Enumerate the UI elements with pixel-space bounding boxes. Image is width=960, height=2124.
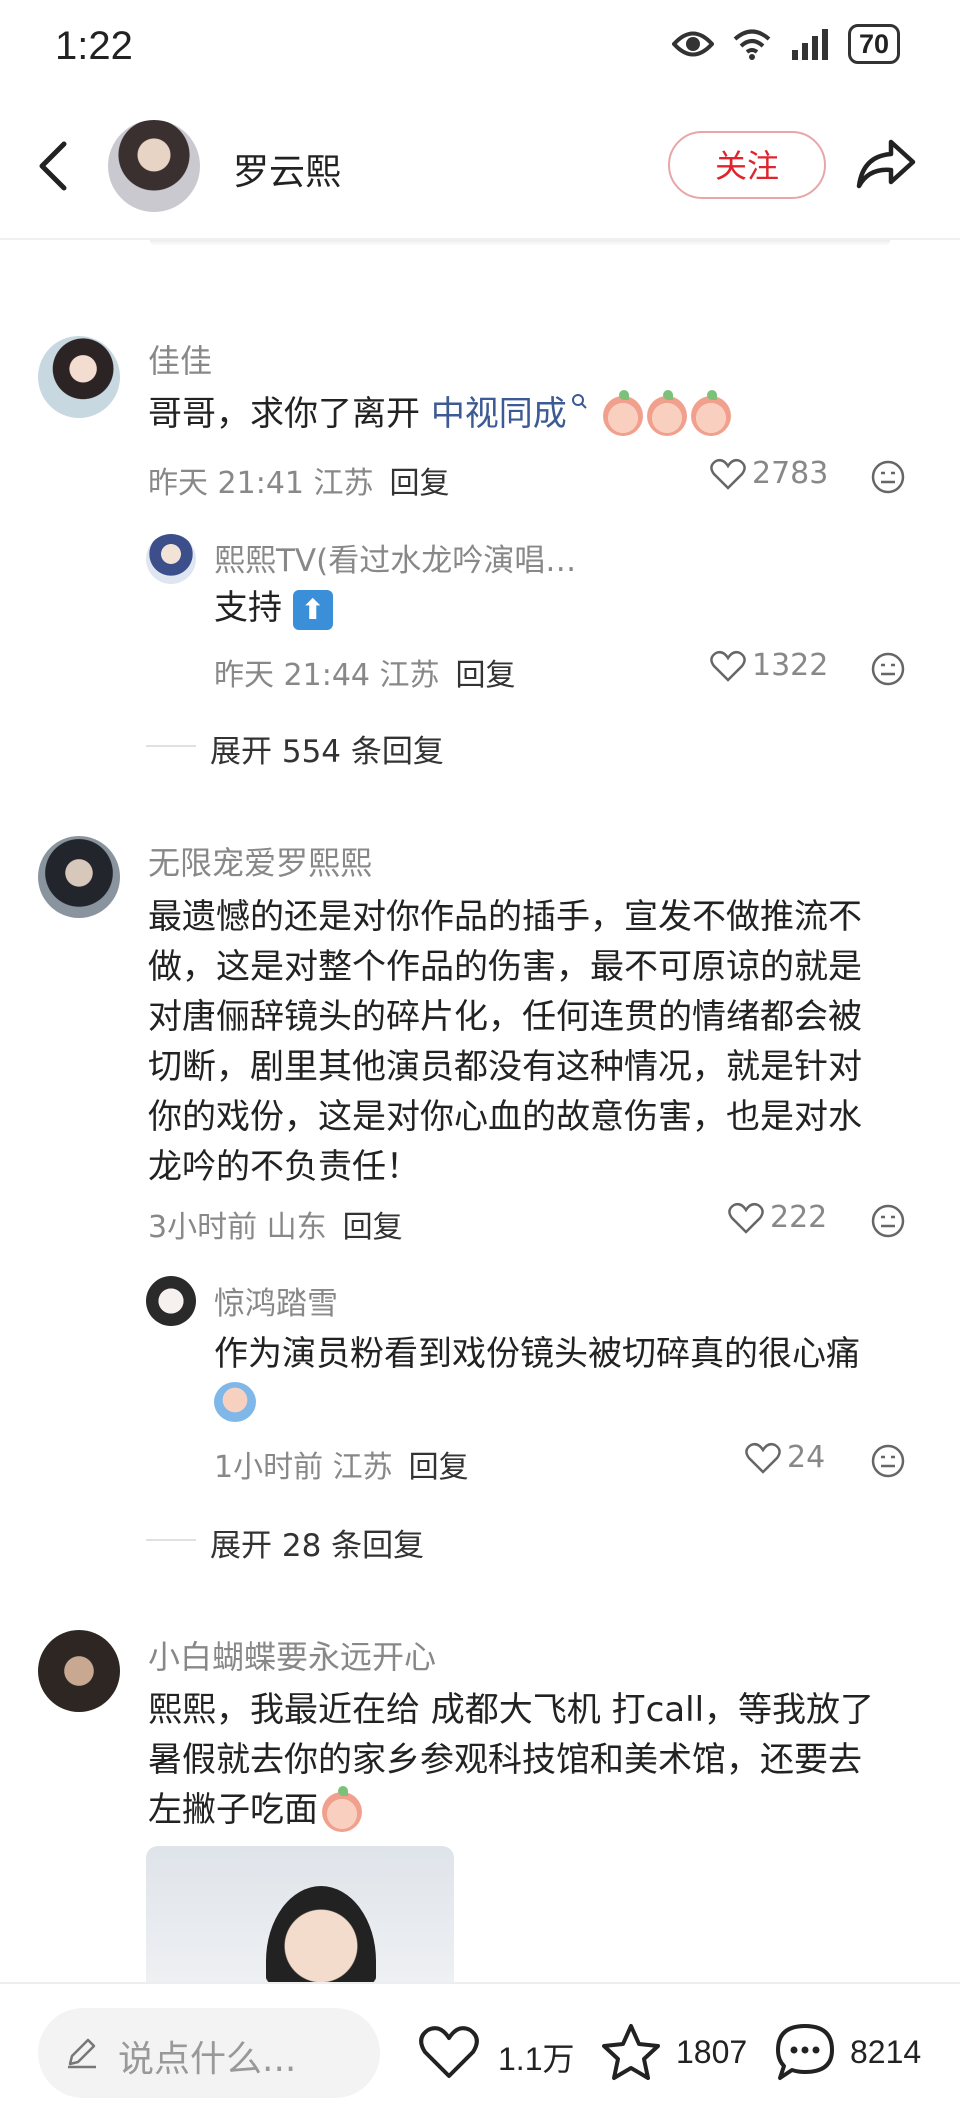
expand-divider — [146, 1539, 196, 1541]
expand-replies-button[interactable]: 展开 28 条回复 — [210, 1520, 424, 1565]
pencil-icon — [68, 2038, 96, 2069]
reply-text: 支持 ⬆ — [214, 583, 333, 633]
reply-avatar[interactable] — [146, 1276, 196, 1326]
comment-line: 做，这是对整个作品的伤害，最不可原谅的就是 — [148, 947, 862, 987]
comment-line: 龙吟的不负责任！ — [148, 1147, 420, 1187]
emoji-react-icon[interactable] — [870, 459, 906, 495]
comment-time-location: 昨天 21:41 江苏 — [148, 466, 374, 501]
comment-meta: 昨天 21:41 江苏 回复 — [148, 458, 450, 502]
like-count: 1322 — [752, 648, 829, 683]
signal-icon — [791, 29, 828, 60]
like-button[interactable]: 1322 — [710, 648, 828, 683]
reply-username[interactable]: 惊鸿踏雪 — [214, 1278, 338, 1323]
search-icon[interactable] — [571, 393, 589, 415]
post-favorite-count: 1807 — [676, 2034, 748, 2070]
comment-image[interactable] — [146, 1846, 454, 1982]
comment-line-last: 左撇子吃面 — [148, 1785, 874, 1835]
comment-text: 最遗憾的还是对你作品的插手，宣发不做推流不 做，这是对整个作品的伤害，最不可原谅… — [148, 892, 862, 1192]
comment-avatar[interactable] — [38, 336, 120, 418]
comment-avatar[interactable] — [38, 836, 120, 918]
comment-line: 最遗憾的还是对你作品的插手，宣发不做推流不 — [148, 897, 862, 937]
emoji-icon — [602, 389, 643, 436]
header-shadow — [150, 240, 890, 246]
expand-divider — [146, 745, 196, 747]
comment-line: 你的戏份，这是对你心血的故意伤害，也是对水 — [148, 1097, 862, 1137]
heart-icon — [745, 1442, 781, 1474]
heart-icon — [728, 1202, 764, 1234]
comment-time-location: 3小时前 山东 — [148, 1210, 327, 1245]
expand-replies-button[interactable]: 展开 554 条回复 — [210, 726, 444, 771]
post-like-count: 1.1万 — [498, 2041, 575, 2077]
reply-button[interactable]: 回复 — [343, 1210, 403, 1245]
status-icons: 70 — [671, 24, 900, 64]
back-icon[interactable] — [36, 140, 72, 192]
star-icon[interactable] — [600, 2022, 662, 2082]
comment-username[interactable]: 佳佳 — [148, 336, 212, 382]
comment-text-body: 哥哥，求你了离开 — [148, 394, 431, 434]
comment-input-placeholder: 说点什么... — [118, 2039, 297, 2080]
crying-emoji-icon — [214, 1382, 256, 1422]
eye-icon — [671, 31, 714, 57]
reply-text-body: 支持 — [214, 588, 282, 628]
status-time: 1:22 — [55, 24, 133, 68]
heart-icon — [710, 458, 746, 490]
reply-meta: 1小时前 江苏 回复 — [214, 1442, 469, 1486]
profile-name[interactable]: 罗云熙 — [233, 143, 341, 195]
reply-meta: 昨天 21:44 江苏 回复 — [214, 650, 516, 694]
reply-avatar[interactable] — [146, 534, 196, 584]
emoji-react-icon[interactable] — [870, 651, 906, 687]
like-button[interactable]: 24 — [745, 1440, 825, 1475]
reply-time-location: 昨天 21:44 江苏 — [214, 658, 440, 693]
emoji-icon — [322, 1785, 362, 1832]
reply-button[interactable]: 回复 — [409, 1450, 469, 1485]
like-count: 24 — [787, 1440, 826, 1475]
emoji-icon — [690, 389, 731, 436]
reply-button[interactable]: 回复 — [390, 466, 450, 501]
post-comment-count: 8214 — [850, 2034, 922, 2070]
arrow-up-icon: ⬆ — [292, 589, 333, 630]
comment-line: 暑假就去你的家乡参观科技馆和美术馆，还要去 — [148, 1740, 862, 1780]
reply-username[interactable]: 熙熙TV(看过水龙吟演唱… — [214, 535, 576, 580]
profile-avatar[interactable] — [108, 120, 200, 212]
comment-username[interactable]: 无限宠爱罗熙熙 — [148, 838, 372, 884]
like-button[interactable]: 222 — [728, 1200, 827, 1235]
photo-person-figure — [266, 1886, 376, 1982]
comment-line: 熙熙，我最近在给 成都大飞机 打call，等我放了 — [148, 1690, 875, 1730]
comment-text: 哥哥，求你了离开 中视同成 — [148, 389, 731, 439]
share-icon[interactable] — [855, 138, 917, 190]
reply-time-location: 1小时前 江苏 — [214, 1450, 393, 1485]
battery-indicator: 70 — [847, 24, 900, 64]
emoji-react-icon[interactable] — [870, 1443, 906, 1479]
comment-line: 对唐俪辞镜头的碎片化，任何连贯的情绪都会被 — [148, 997, 862, 1037]
reply-button[interactable]: 回复 — [456, 658, 516, 693]
comment-meta: 3小时前 山东 回复 — [148, 1202, 403, 1246]
comment-avatar[interactable] — [38, 1630, 120, 1712]
heart-icon — [710, 650, 746, 682]
comment-line-text: 左撇子吃面 — [148, 1790, 318, 1830]
like-button[interactable]: 2783 — [710, 456, 828, 491]
emoji-icon — [646, 389, 687, 436]
comment-text: 熙熙，我最近在给 成都大飞机 打call，等我放了 暑假就去你的家乡参观科技馆和… — [148, 1685, 874, 1835]
like-heart-icon[interactable] — [418, 2024, 480, 2080]
comment-line: 切断，剧里其他演员都没有这种情况，就是针对 — [148, 1047, 862, 1087]
emoji-react-icon[interactable] — [870, 1203, 906, 1239]
comment-username[interactable]: 小白蝴蝶要永远开心 — [148, 1632, 436, 1678]
topic-link[interactable]: 中视同成 — [431, 394, 567, 434]
like-count: 222 — [770, 1200, 828, 1235]
wifi-icon — [733, 29, 771, 60]
reply-text: 作为演员粉看到戏份镜头被切碎真的很心痛 — [214, 1334, 860, 1374]
comment-bubble-icon[interactable] — [774, 2022, 836, 2082]
follow-button[interactable]: 关注 — [668, 131, 826, 199]
like-count: 2783 — [752, 456, 829, 491]
